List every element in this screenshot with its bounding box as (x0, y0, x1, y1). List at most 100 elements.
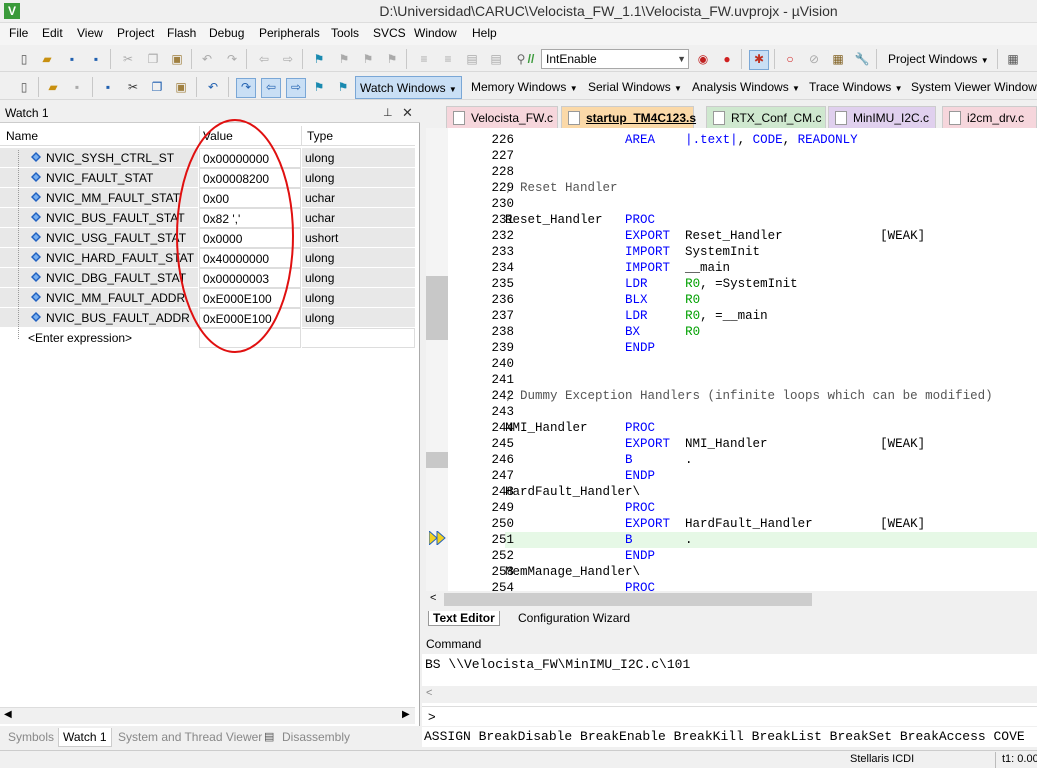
configure-icon[interactable]: ▦ (830, 51, 846, 67)
code-line[interactable]: 240 (426, 356, 1037, 372)
code-line[interactable]: 236 BLX R0 (426, 292, 1037, 308)
column-type[interactable]: Type (307, 129, 333, 143)
editor-horizontal-scrollbar[interactable]: < (426, 591, 1037, 608)
code-line[interactable]: 246 B . (426, 452, 1037, 468)
nav-forward-icon[interactable]: ⇨ (280, 51, 296, 67)
code-line[interactable]: 232 EXPORT Reset_Handler [WEAK] (426, 228, 1037, 244)
nav-back-icon[interactable]: ⇦ (256, 51, 272, 67)
prev-bookmark-icon[interactable]: ⚑ (336, 51, 352, 67)
code-line[interactable]: 242; Dummy Exception Handlers (infinite … (426, 388, 1037, 404)
code-line[interactable]: 250 EXPORT HardFault_Handler [WEAK] (426, 516, 1037, 532)
menu-peripherals[interactable]: Peripherals (259, 26, 320, 40)
copy-icon[interactable]: ❐ (145, 51, 161, 67)
insert-breakpoint-icon[interactable]: ● (719, 51, 735, 67)
tab-text-editor[interactable]: Text Editor (428, 611, 500, 626)
code-editor[interactable]: 226 AREA |.text|, CODE, READONLY 227 228 22… (426, 128, 1037, 592)
analysis-windows-dropdown[interactable]: Analysis Windows ▼ (688, 76, 804, 98)
tab-rtx-conf-cm-c[interactable]: RTX_Conf_CM.c (706, 106, 826, 128)
system-viewer-windows-dropdown[interactable]: System Viewer Windows (907, 76, 1037, 98)
tab-symbols[interactable]: Symbols (4, 728, 58, 747)
next-bookmark-icon[interactable]: ⚑ (335, 79, 351, 95)
save-icon[interactable]: ▪ (69, 79, 85, 95)
code-line[interactable]: 233 IMPORT SystemInit (426, 244, 1037, 260)
kill-breakpoints-icon[interactable]: ○ (782, 51, 798, 67)
column-name[interactable]: Name (6, 129, 38, 143)
new-file-icon[interactable]: ▯ (16, 79, 32, 95)
code-line[interactable]: 245 EXPORT NMI_Handler [WEAK] (426, 436, 1037, 452)
code-line[interactable]: 252 ENDP (426, 548, 1037, 564)
code-line[interactable]: 230 (426, 196, 1037, 212)
undo-icon[interactable]: ↶ (205, 79, 221, 95)
menu-file[interactable]: File (9, 26, 28, 40)
pin-icon[interactable]: ⊥ (383, 106, 393, 119)
find-combo[interactable]: IntEnable ▼ (541, 49, 689, 69)
code-line[interactable]: 241 (426, 372, 1037, 388)
watch-horizontal-scrollbar[interactable]: ◀ ▶ (0, 707, 415, 724)
scroll-left-icon[interactable]: < (430, 592, 436, 604)
unindent-icon[interactable]: ≡ (440, 51, 456, 67)
close-icon[interactable]: ✕ (402, 105, 413, 121)
code-line[interactable]: 226 AREA |.text|, CODE, READONLY (426, 132, 1037, 148)
code-line[interactable]: 244 NMI_Handler PROC (426, 420, 1037, 436)
tab-disassembly[interactable]: Disassembly (278, 728, 354, 747)
paste-icon[interactable]: ▣ (173, 79, 189, 95)
menu-svcs[interactable]: SVCS (373, 26, 406, 40)
code-line[interactable]: 234 IMPORT __main (426, 260, 1037, 276)
bookmark-icon[interactable]: ⚑ (311, 79, 327, 95)
watch-name[interactable]: NVIC_BUS_FAULT_STAT (0, 208, 198, 228)
code-line[interactable]: 248 HardFault_Handler\ (426, 484, 1037, 500)
watch-name[interactable]: NVIC_SYSH_CTRL_ST (0, 148, 198, 168)
tab-configuration-wizard[interactable]: Configuration Wizard (514, 611, 634, 625)
debug-settings-icon[interactable]: ✱ (749, 50, 769, 70)
tab-startup-tm4c123-s[interactable]: startup_TM4C123.s (561, 106, 696, 128)
nav-back-icon[interactable]: ⇦ (261, 78, 281, 98)
project-windows-dropdown[interactable]: Project Windows ▼ (884, 48, 993, 70)
tab-velocista-fw-c[interactable]: Velocista_FW.c (446, 106, 558, 128)
code-line[interactable]: 251 B . (491, 532, 1037, 548)
menu-help[interactable]: Help (472, 26, 497, 40)
command-horizontal-scrollbar[interactable]: < (422, 686, 1037, 703)
open-folder-icon[interactable]: ▰ (45, 79, 61, 95)
watch-name[interactable]: NVIC_USG_FAULT_STAT (0, 228, 198, 248)
menu-view[interactable]: View (77, 26, 103, 40)
code-line[interactable]: 249 PROC (426, 500, 1037, 516)
menu-tools[interactable]: Tools (331, 26, 359, 40)
redo-icon[interactable]: ↷ (236, 78, 256, 98)
cut-icon[interactable]: ✂ (125, 79, 141, 95)
serial-windows-dropdown[interactable]: Serial Windows ▼ (584, 76, 686, 98)
memory-windows-dropdown[interactable]: Memory Windows ▼ (467, 76, 582, 98)
code-line[interactable]: 239 ENDP (426, 340, 1037, 356)
tab-i2cm-drv-c[interactable]: i2cm_drv.c (942, 106, 1037, 128)
new-file-icon[interactable]: ▯ (16, 51, 32, 67)
undo-icon[interactable]: ↶ (199, 51, 215, 67)
save-icon[interactable]: ▪ (64, 51, 80, 67)
menu-window[interactable]: Window (414, 26, 457, 40)
cut-icon[interactable]: ✂ (120, 51, 136, 67)
watch-name[interactable]: NVIC_BUS_FAULT_ADDR (0, 308, 198, 328)
redo-icon[interactable]: ↷ (224, 51, 240, 67)
bookmark-icon[interactable]: ⚑ (311, 51, 327, 67)
comment-icon[interactable]: ▤ (464, 51, 480, 67)
chevron-down-icon[interactable]: ▼ (677, 50, 686, 68)
watch-name[interactable]: NVIC_MM_FAULT_STAT (0, 188, 198, 208)
code-line[interactable]: 247 ENDP (426, 468, 1037, 484)
open-folder-icon[interactable]: ▰ (39, 51, 55, 67)
code-line[interactable]: 238 BX R0 (426, 324, 1037, 340)
menu-project[interactable]: Project (117, 26, 154, 40)
nav-forward-icon[interactable]: ⇨ (286, 78, 306, 98)
trace-windows-dropdown[interactable]: Trace Windows ▼ (805, 76, 907, 98)
watch-windows-dropdown[interactable]: Watch Windows ▼ (355, 76, 462, 99)
save-all-icon[interactable]: ▪ (100, 79, 116, 95)
scroll-thumb[interactable] (444, 593, 812, 606)
find-icon[interactable]: // (523, 51, 539, 67)
menu-edit[interactable]: Edit (42, 26, 63, 40)
paste-icon[interactable]: ▣ (169, 51, 185, 67)
code-line[interactable]: 237 LDR R0, =__main (426, 308, 1037, 324)
code-line[interactable]: 253 MemManage_Handler\ (426, 564, 1037, 580)
layout-icon[interactable]: ▦ (1005, 51, 1021, 67)
scroll-left-icon[interactable]: ◀ (4, 709, 12, 720)
code-line[interactable]: 235 LDR R0, =SystemInit (426, 276, 1037, 292)
watch-name[interactable]: NVIC_MM_FAULT_ADDR (0, 288, 198, 308)
uncomment-icon[interactable]: ▤ (488, 51, 504, 67)
scroll-right-icon[interactable]: ▶ (402, 709, 410, 720)
